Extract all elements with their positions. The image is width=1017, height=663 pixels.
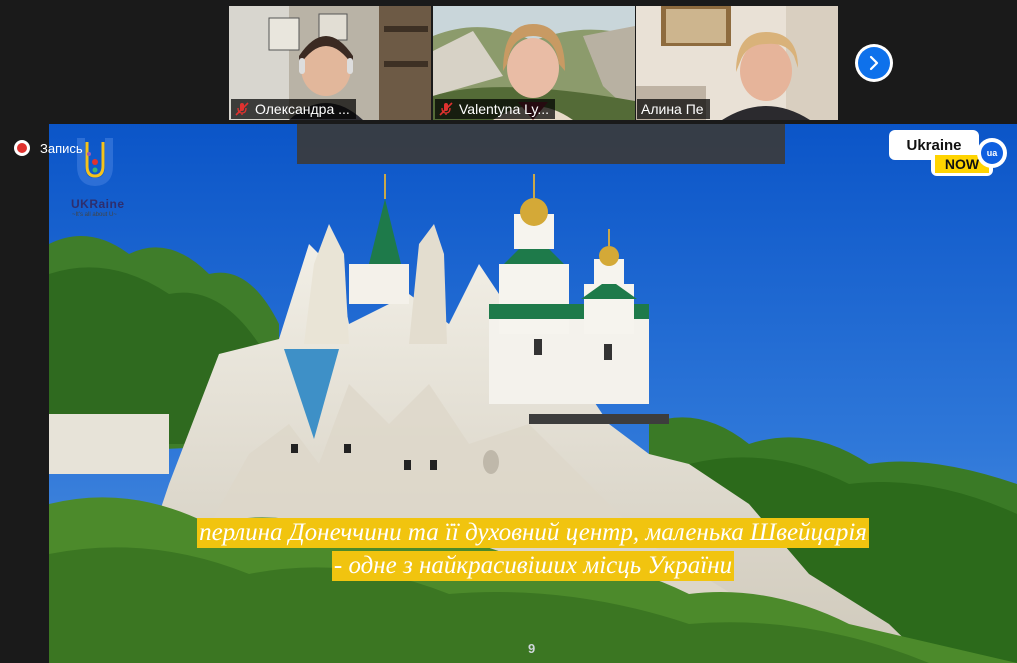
- brand-word: UKRaine: [71, 197, 125, 211]
- ukraine-now-logo: Ukraine NOW ua: [889, 130, 1011, 178]
- caption-line: - одне з найкрасивіших місць України: [331, 551, 735, 581]
- participant-tile-active-speaker[interactable]: Алина Пе: [636, 6, 838, 120]
- chevron-right-icon: [869, 55, 879, 71]
- participant-name-label: Valentyna Ly...: [435, 99, 556, 119]
- participant-tile[interactable]: Олександра ...: [229, 6, 431, 120]
- mic-muted-icon: [439, 102, 453, 116]
- recording-indicator[interactable]: Запись: [14, 140, 83, 156]
- participant-name-label: Олександра ...: [231, 99, 356, 119]
- participant-strip: Олександра ... Valentyna Ly... Алина Пе: [0, 0, 1017, 124]
- participant-name-label: Алина Пе: [637, 99, 710, 119]
- ukraine-now-ua: ua: [981, 142, 1003, 164]
- slide-page-number: 9: [528, 641, 536, 656]
- recording-label: Запись: [40, 140, 83, 156]
- mic-muted-icon: [235, 102, 249, 116]
- screen-share-toolbar[interactable]: [297, 124, 785, 164]
- caption-line: перлина Донеччини та її духовний центр, …: [197, 518, 869, 548]
- brand-tagline: ~It's all about U~: [72, 212, 117, 218]
- participant-tile[interactable]: Valentyna Ly...: [433, 6, 635, 120]
- next-participants-button[interactable]: [855, 44, 893, 82]
- participant-name: Valentyna Ly...: [459, 101, 550, 117]
- participant-name: Олександра ...: [255, 101, 350, 117]
- shared-screen-slide: UKRaine ~It's all about U~ Ukraine NOW u…: [49, 124, 1017, 663]
- slide-caption: перлина Донеччини та її духовний центр, …: [49, 517, 1017, 583]
- record-dot-icon: [14, 140, 30, 156]
- participant-name: Алина Пе: [641, 101, 704, 117]
